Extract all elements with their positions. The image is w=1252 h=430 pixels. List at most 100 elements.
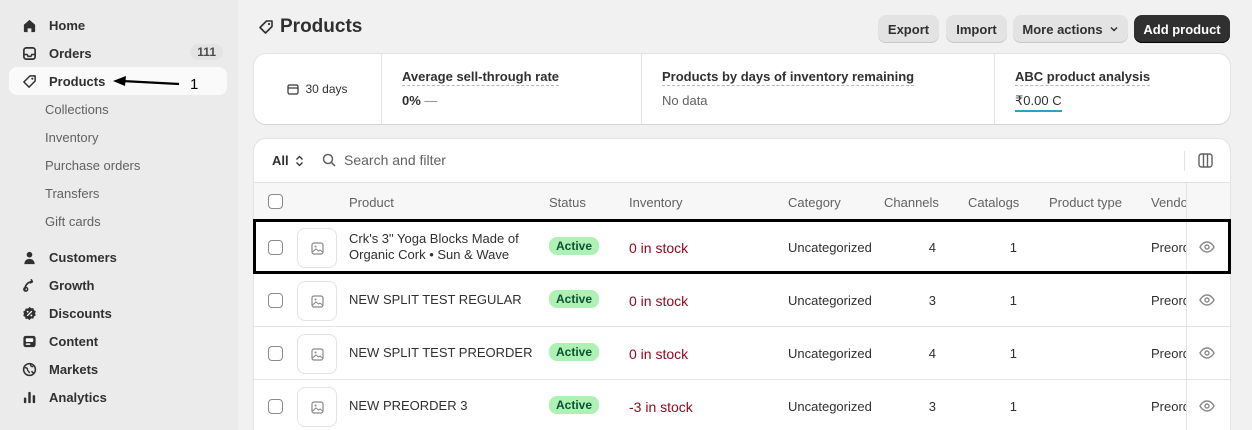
product-thumbnail (297, 281, 337, 321)
table-row[interactable]: NEW SPLIT TEST PREORDER Active 0 in stoc… (254, 327, 1230, 380)
image-placeholder-icon (310, 241, 324, 255)
globe-icon (21, 361, 37, 377)
add-product-button[interactable]: Add product (1134, 15, 1230, 43)
sidebar: Home Orders 111 Products Collections Inv… (0, 0, 238, 430)
orders-count-badge: 111 (190, 44, 223, 60)
sidebar-item-customers[interactable]: Customers (9, 243, 227, 271)
row-checkbox[interactable] (268, 346, 283, 361)
column-header-catalogs[interactable]: Catalogs (968, 195, 1019, 210)
catalogs-value: 1 (1009, 293, 1017, 308)
table-row[interactable]: NEW SPLIT TEST REGULAR Active 0 in stock… (254, 274, 1230, 327)
tag-icon (21, 73, 37, 89)
row-checkbox[interactable] (268, 399, 283, 414)
sidebar-sub-collections[interactable]: Collections (45, 95, 238, 123)
column-header-status[interactable]: Status (549, 195, 586, 210)
sidebar-item-analytics[interactable]: Analytics (9, 383, 227, 411)
divider (1186, 274, 1187, 326)
vendor-value: Preorder (1151, 240, 1186, 255)
preview-eye-icon[interactable] (1199, 346, 1215, 363)
divider (1186, 327, 1187, 379)
sell-through-title: Average sell-through rate (402, 69, 560, 86)
sell-through-value: 0% — (402, 93, 437, 108)
category-value: Uncategorized (788, 293, 872, 308)
channels-value: 3 (928, 293, 936, 308)
abc-amount: ₹0.00 (1015, 93, 1049, 108)
sidebar-item-label: Analytics (49, 389, 107, 405)
import-button[interactable]: Import (946, 15, 1007, 43)
sidebar-item-home[interactable]: Home (9, 11, 227, 39)
sidebar-item-label: Growth (49, 277, 95, 293)
sidebar-item-label: Customers (49, 249, 117, 265)
preview-eye-icon[interactable] (1199, 293, 1215, 310)
sort-arrows-icon (295, 155, 303, 166)
products-table-card: All Search and filter Product Status Inv… (254, 139, 1230, 430)
sidebar-sub-gift-cards[interactable]: Gift cards (45, 207, 238, 235)
date-range-selector[interactable]: 30 days (254, 54, 382, 124)
tab-all-label: All (272, 153, 289, 168)
product-name[interactable]: NEW SPLIT TEST PREORDER (349, 345, 539, 361)
sidebar-item-orders[interactable]: Orders 111 (9, 39, 227, 67)
divider (1184, 151, 1185, 171)
channels-value: 4 (928, 240, 936, 255)
sidebar-sub-inventory[interactable]: Inventory (45, 123, 238, 151)
table-row[interactable]: NEW PREORDER 3 Active -3 in stock Uncate… (254, 380, 1230, 430)
annotation-number: 1 (190, 76, 199, 93)
product-name[interactable]: NEW PREORDER 3 (349, 398, 539, 414)
table-row[interactable]: Crk's 3" Yoga Blocks Made of Organic Cor… (254, 221, 1230, 274)
sidebar-sub-transfers[interactable]: Transfers (45, 179, 238, 207)
inventory-value: 0 in stock (629, 293, 689, 309)
export-button[interactable]: Export (878, 15, 939, 43)
select-all-checkbox[interactable] (268, 194, 283, 209)
sidebar-item-content[interactable]: Content (9, 327, 227, 355)
preview-eye-icon[interactable] (1199, 240, 1215, 257)
row-checkbox[interactable] (268, 240, 283, 255)
columns-toggle-button[interactable] (1198, 153, 1213, 171)
bar-chart-icon (21, 389, 37, 405)
inventory-value: -3 in stock (629, 399, 693, 415)
column-header-product-type[interactable]: Product type (1049, 195, 1122, 210)
product-thumbnail (297, 228, 337, 268)
column-header-vendor[interactable]: Vendor (1151, 195, 1186, 210)
sidebar-item-markets[interactable]: Markets (9, 355, 227, 383)
person-icon (21, 249, 37, 265)
search-input[interactable]: Search and filter (322, 152, 446, 168)
sidebar-item-discounts[interactable]: Discounts (9, 299, 227, 327)
date-range-label: 30 days (305, 82, 348, 96)
chevron-down-icon (1110, 26, 1118, 32)
column-header-category[interactable]: Category (788, 195, 841, 210)
home-icon (21, 17, 37, 33)
image-placeholder-icon (310, 400, 324, 414)
annotation-arrow-icon (113, 76, 180, 86)
tab-all[interactable]: All (272, 153, 304, 168)
filter-bar: All Search and filter (254, 139, 1230, 183)
sell-through-metric[interactable]: Average sell-through rate 0% — (382, 54, 642, 124)
days-inventory-value: No data (662, 93, 708, 108)
tag-icon (258, 19, 274, 35)
inventory-value: 0 in stock (629, 346, 689, 362)
more-actions-button[interactable]: More actions (1013, 15, 1128, 43)
growth-icon (21, 277, 37, 293)
sidebar-item-label: Orders (49, 45, 92, 61)
sidebar-item-growth[interactable]: Growth (9, 271, 227, 299)
abc-analysis-metric[interactable]: ABC product analysis ₹0.00 C (995, 54, 1230, 124)
product-name[interactable]: NEW SPLIT TEST REGULAR (349, 292, 539, 308)
preview-eye-icon[interactable] (1199, 399, 1215, 416)
product-name[interactable]: Crk's 3" Yoga Blocks Made of Organic Cor… (349, 231, 539, 263)
main-content: Products Export Import More actions Add … (238, 0, 1252, 430)
status-badge: Active (549, 343, 600, 361)
product-thumbnail (297, 334, 337, 374)
sidebar-sub-purchase-orders[interactable]: Purchase orders (45, 151, 238, 179)
column-header-channels[interactable]: Channels (884, 195, 939, 210)
catalogs-value: 1 (1009, 346, 1017, 361)
search-placeholder: Search and filter (344, 152, 446, 168)
abc-value: ₹0.00 C (1015, 93, 1062, 112)
days-inventory-metric[interactable]: Products by days of inventory remaining … (642, 54, 995, 124)
column-header-product[interactable]: Product (349, 195, 394, 210)
status-badge: Active (549, 290, 600, 308)
column-header-inventory[interactable]: Inventory (629, 195, 682, 210)
image-placeholder-icon (310, 347, 324, 361)
discount-icon (21, 305, 37, 321)
calendar-icon (287, 84, 300, 95)
row-checkbox[interactable] (268, 293, 283, 308)
sidebar-item-label: Products (49, 73, 106, 89)
